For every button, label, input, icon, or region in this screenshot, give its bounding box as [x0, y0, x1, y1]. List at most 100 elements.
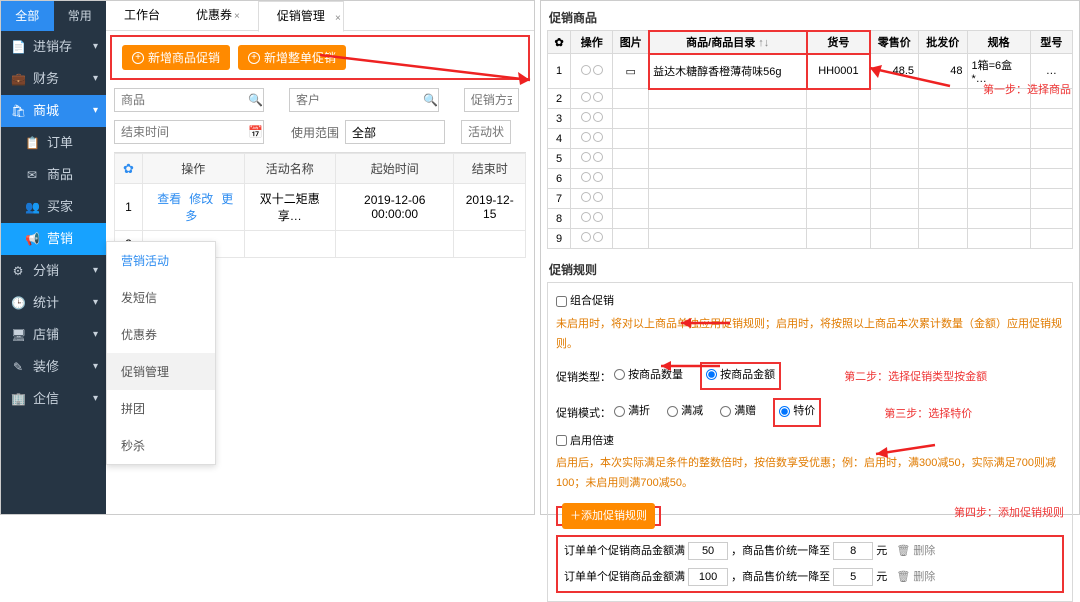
- radio-by-qty[interactable]: 按商品数量: [614, 365, 683, 385]
- plus-icon: +: [132, 52, 144, 64]
- page-tabs: 工作台 优惠券× 促销管理×: [106, 1, 534, 31]
- filters-row2: 📅 使用范围: [106, 116, 534, 148]
- close-icon[interactable]: ×: [335, 4, 341, 33]
- rule-amount-input[interactable]: [688, 568, 728, 586]
- chevron-down-icon: ▾: [93, 287, 98, 319]
- nav-mall[interactable]: 🛍商城▾: [1, 95, 106, 127]
- nav-stats[interactable]: 🕒统计▾: [1, 287, 106, 319]
- marketing-submenu: 营销活动 发短信 优惠券 促销管理 拼团 秒杀: [106, 241, 216, 465]
- chevron-down-icon: ▾: [93, 63, 98, 95]
- clock-icon: 🕒: [11, 287, 25, 319]
- submenu-flash[interactable]: 秒杀: [107, 427, 215, 464]
- radio-by-amount[interactable]: 按商品金额: [706, 365, 775, 385]
- tab-all[interactable]: 全部: [1, 1, 54, 31]
- col-sku: 货号: [807, 31, 870, 54]
- gear-icon: ⚙: [11, 255, 25, 287]
- submenu-groupbuy[interactable]: 拼团: [107, 390, 215, 427]
- chevron-down-icon: ▾: [93, 351, 98, 383]
- endtime-input[interactable]: [114, 120, 264, 144]
- delete-icon[interactable]: 🗑 删除: [896, 571, 935, 583]
- col-spec: 规格: [967, 31, 1030, 54]
- view-link[interactable]: 查看: [153, 192, 185, 206]
- col-name: 商品/商品目录 ↑↓: [649, 31, 807, 54]
- rule-amount-input[interactable]: [688, 542, 728, 560]
- sidebar: 全部 常用 📄进销存▾ 💼财务▾ 🛍商城▾ 📋订单 ✉商品 👥买家 📢营销 ⚙分…: [1, 1, 106, 514]
- rule-line: 订单单个促销商品金额满 ，商品售价统一降至 元 🗑 删除: [564, 541, 1056, 561]
- insert-icon[interactable]: [581, 65, 591, 75]
- step1-label: 第一步：选择商品: [983, 81, 1071, 97]
- scope-select[interactable]: [345, 120, 445, 144]
- rule-price-input[interactable]: [833, 568, 873, 586]
- promo-rules: 促销规则 组合促销 未启用时，将对以上商品单独应用促销规则；启用时，将按照以上商…: [547, 259, 1073, 602]
- radio-reduce[interactable]: 满减: [667, 401, 703, 421]
- submenu-marketing-activity[interactable]: 营销活动: [107, 242, 215, 279]
- tab-promo[interactable]: 促销管理×: [258, 1, 344, 32]
- chevron-down-icon: ▾: [93, 95, 98, 127]
- clipboard-icon: 📋: [25, 127, 39, 159]
- submenu-coupon[interactable]: 优惠券: [107, 316, 215, 353]
- col-pic: 图片: [613, 31, 649, 54]
- gear-icon[interactable]: ✿: [123, 161, 134, 176]
- users-icon: 👥: [25, 191, 39, 223]
- status-select[interactable]: [461, 120, 511, 144]
- rule-line: 订单单个促销商品金额满 ，商品售价统一降至 元 🗑 删除: [564, 567, 1056, 587]
- promo-rules-title: 促销规则: [549, 261, 1073, 278]
- gear-icon[interactable]: ✿: [548, 31, 571, 54]
- col-model: 型号: [1030, 31, 1072, 54]
- tab-coupon[interactable]: 优惠券×: [178, 1, 258, 31]
- plus-icon: +: [248, 52, 260, 64]
- table-row[interactable]: 1 查看修改更多 双十二矩惠享… 2019-12-06 00:00:00 201…: [115, 184, 526, 231]
- filters-row1: 🔍 🔍: [106, 84, 534, 116]
- nav-marketing[interactable]: 📢营销: [1, 223, 106, 255]
- tab-workbench[interactable]: 工作台: [106, 1, 178, 30]
- scope-label: 使用范围: [291, 124, 339, 141]
- nav-shop[interactable]: 🖥店铺▾: [1, 319, 106, 351]
- add-order-promo-button[interactable]: +新增整单促销: [238, 45, 346, 70]
- submenu-sms[interactable]: 发短信: [107, 279, 215, 316]
- radio-discount[interactable]: 满折: [614, 401, 650, 421]
- nav-jxc[interactable]: 📄进销存▾: [1, 31, 106, 63]
- promo-toolbar: +新增商品促销 +新增整单促销: [110, 35, 530, 80]
- edit-link[interactable]: 修改: [185, 192, 217, 206]
- col-end: 结束时: [454, 154, 526, 184]
- customer-input[interactable]: [289, 88, 439, 112]
- delete-icon[interactable]: 🗑 删除: [896, 545, 935, 557]
- remove-icon[interactable]: [593, 65, 603, 75]
- radio-special[interactable]: 特价: [779, 401, 815, 421]
- product-input[interactable]: [114, 88, 264, 112]
- method-select[interactable]: [464, 88, 519, 112]
- col-op: 操作: [571, 31, 613, 54]
- close-icon[interactable]: ×: [234, 11, 240, 22]
- nav-order[interactable]: 📋订单: [1, 127, 106, 159]
- promo-products-title: 促销商品: [549, 9, 1073, 26]
- nav-qixin[interactable]: 🏢企信▾: [1, 383, 106, 415]
- nav-buyer[interactable]: 👥买家: [1, 191, 106, 223]
- radio-gift[interactable]: 满赠: [720, 401, 756, 421]
- search-icon[interactable]: 🔍: [423, 93, 438, 107]
- mode-label: 促销模式：: [556, 408, 611, 420]
- sidebar-toptabs: 全部 常用: [1, 1, 106, 31]
- multiplier-hint: 启用后，本次实际满足条件的整数倍时，按倍数享受优惠；例：启用时，满300减50，…: [556, 457, 1056, 489]
- add-product-promo-button[interactable]: +新增商品促销: [122, 45, 230, 70]
- nav-decor[interactable]: ✎装修▾: [1, 351, 106, 383]
- promo-products: 促销商品 ✿ 操作 图片 商品/商品目录 ↑↓ 货号 零售价 批发价 规格 型号: [547, 7, 1073, 249]
- combo-hint: 未启用时，将对以上商品单独应用促销规则；启用时，将按照以上商品本次累计数量（金额…: [556, 318, 1062, 350]
- rule-price-input[interactable]: [833, 542, 873, 560]
- add-rule-button[interactable]: ＋添加促销规则: [562, 503, 655, 529]
- chevron-down-icon: ▾: [93, 319, 98, 351]
- calendar-icon[interactable]: 📅: [248, 125, 263, 139]
- multiplier-checkbox[interactable]: 启用倍速: [556, 431, 614, 451]
- tab-common[interactable]: 常用: [54, 1, 107, 31]
- chevron-down-icon: ▾: [93, 383, 98, 415]
- briefcase-icon: 💼: [11, 63, 25, 95]
- step3-label: 第三步：选择特价: [884, 408, 972, 420]
- submenu-promo-manage[interactable]: 促销管理: [107, 353, 215, 390]
- bag-icon: 🛍: [11, 95, 25, 127]
- nav-finance[interactable]: 💼财务▾: [1, 63, 106, 95]
- combo-checkbox[interactable]: 组合促销: [556, 291, 614, 311]
- chevron-down-icon: ▾: [93, 31, 98, 63]
- search-icon[interactable]: 🔍: [248, 93, 263, 107]
- nav-product[interactable]: ✉商品: [1, 159, 106, 191]
- col-start: 起始时间: [336, 154, 454, 184]
- nav-distribution[interactable]: ⚙分销▾: [1, 255, 106, 287]
